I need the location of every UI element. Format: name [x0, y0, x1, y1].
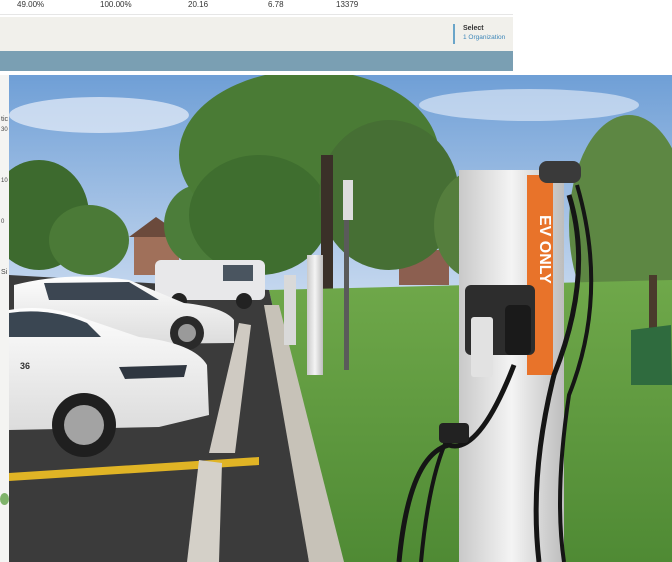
ev-only-sign: EV ONLY	[536, 215, 553, 284]
fragment-text: 30	[1, 127, 8, 133]
fragment-text: 10	[1, 178, 8, 184]
filter-band	[0, 17, 513, 51]
stat-value: 6.78	[268, 0, 284, 9]
fragment-text: Si	[1, 269, 8, 276]
select-label: Select	[463, 25, 484, 32]
stat-value: 13379	[336, 0, 359, 9]
stat-value: 100.00%	[100, 0, 132, 9]
fragment-text: 0	[1, 219, 5, 225]
stat-value: 20.16	[188, 0, 209, 9]
blank-area	[513, 0, 672, 75]
ev-charging-photo: 36 EV ONLY	[9, 75, 672, 562]
stats-row: 49.00% 100.00% 20.16 6.78 13379	[0, 0, 513, 15]
leaf-icon	[0, 493, 9, 505]
fragment-text: tic	[1, 116, 8, 123]
car-unit-number: 36	[20, 361, 30, 371]
section-header-bar	[0, 51, 513, 71]
select-value: 1 Organization	[463, 34, 506, 41]
stat-value: 49.00%	[17, 0, 45, 9]
organization-select[interactable]: Select 1 Organization	[453, 24, 513, 44]
